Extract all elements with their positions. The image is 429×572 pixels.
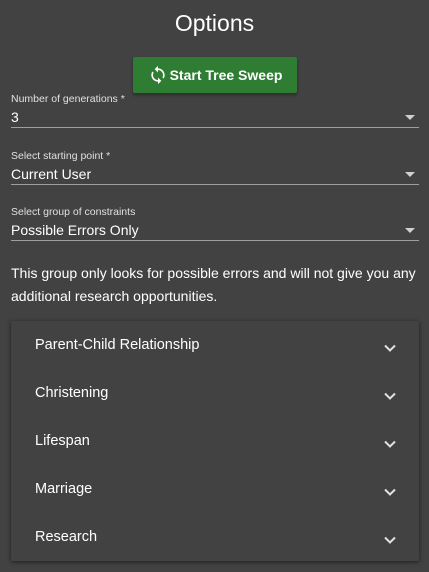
constraints-label: Select group of constraints	[11, 206, 136, 218]
constraints-select[interactable]: Possible Errors Only	[11, 219, 419, 241]
generations-select[interactable]: 3	[11, 106, 419, 128]
chevron-down-icon	[383, 485, 397, 499]
accordion-item-parent-child-relationship[interactable]: Parent-Child Relationship	[11, 321, 419, 369]
generations-field: Number of generations * 3	[11, 93, 419, 128]
dropdown-arrow-icon	[405, 115, 415, 120]
starting-point-field: Select starting point * Current User	[11, 150, 419, 185]
chevron-down-icon	[383, 341, 397, 355]
accordion-item-research[interactable]: Research	[11, 513, 419, 561]
starting-point-value: Current User	[11, 165, 92, 182]
constraints-accordion: Parent-Child Relationship Christening Li…	[11, 321, 419, 561]
chevron-down-icon	[383, 389, 397, 403]
generations-value: 3	[11, 108, 19, 125]
refresh-icon	[148, 65, 168, 85]
accordion-item-christening[interactable]: Christening	[11, 369, 419, 417]
starting-point-select[interactable]: Current User	[11, 163, 419, 185]
accordion-item-marriage[interactable]: Marriage	[11, 465, 419, 513]
starting-point-label: Select starting point *	[11, 150, 111, 162]
start-tree-sweep-button[interactable]: Start Tree Sweep	[133, 57, 297, 93]
generations-label: Number of generations *	[11, 93, 125, 105]
chevron-down-icon	[383, 533, 397, 547]
chevron-down-icon	[383, 437, 397, 451]
constraints-field: Select group of constraints Possible Err…	[11, 206, 419, 241]
dropdown-arrow-icon	[405, 228, 415, 233]
constraint-description: This group only looks for possible error…	[11, 265, 416, 304]
constraints-value: Possible Errors Only	[11, 221, 139, 238]
start-tree-sweep-label: Start Tree Sweep	[169, 67, 283, 83]
accordion-item-label: Parent-Child Relationship	[35, 337, 200, 353]
accordion-item-lifespan[interactable]: Lifespan	[11, 417, 419, 465]
accordion-item-label: Marriage	[35, 481, 93, 497]
accordion-item-label: Research	[35, 529, 98, 545]
accordion-item-label: Lifespan	[35, 433, 90, 449]
dropdown-arrow-icon	[405, 172, 415, 177]
accordion-item-label: Christening	[35, 385, 109, 401]
page-title: Options	[174, 10, 255, 36]
